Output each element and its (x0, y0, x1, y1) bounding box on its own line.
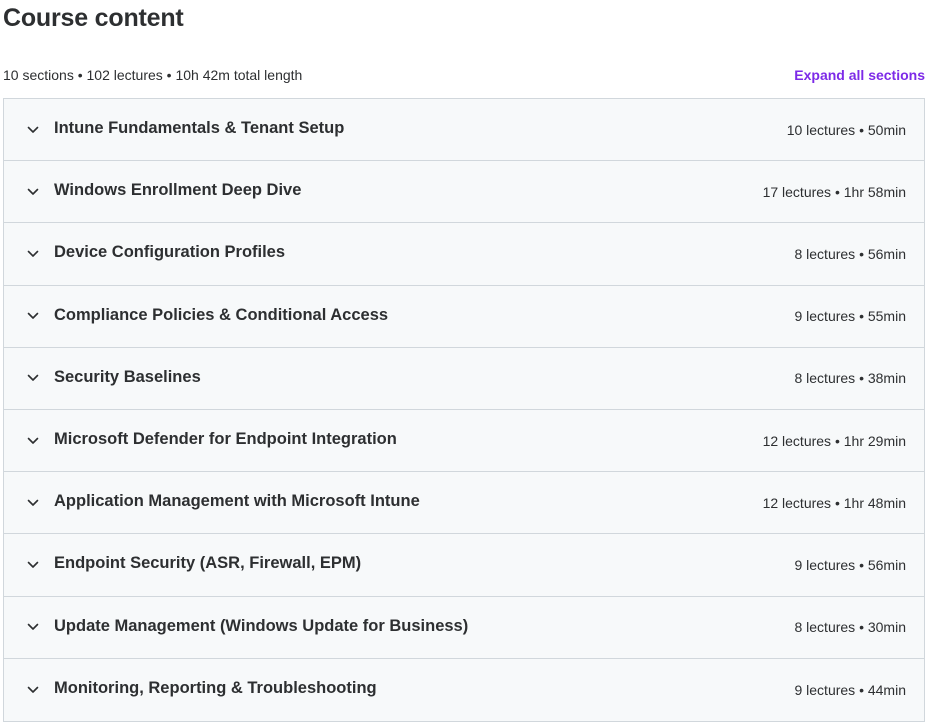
chevron-down-icon (26, 247, 40, 261)
section-title: Microsoft Defender for Endpoint Integrat… (54, 430, 397, 449)
chevron-down-icon (26, 620, 40, 634)
summary-bar: 10 sections • 102 lectures • 10h 42m tot… (3, 66, 925, 84)
section-meta: 8 lectures • 30min (794, 619, 906, 636)
section-row[interactable]: Windows Enrollment Deep Dive 17 lectures … (4, 161, 924, 224)
chevron-down-icon (26, 123, 40, 137)
section-row[interactable]: Security Baselines 8 lectures • 38min (4, 347, 924, 410)
sections-accordion: Intune Fundamentals & Tenant Setup 10 lec… (3, 98, 925, 722)
chevron-down-icon (26, 434, 40, 448)
section-title: Security Baselines (54, 367, 201, 386)
page-title: Course content (3, 4, 184, 32)
section-row[interactable]: Intune Fundamentals & Tenant Setup 10 lec… (4, 99, 924, 162)
section-row[interactable]: Compliance Policies & Conditional Access… (4, 285, 924, 348)
section-meta: 8 lectures • 38min (794, 370, 906, 387)
chevron-down-icon (26, 683, 40, 697)
section-meta: 12 lectures • 1hr 29min (762, 432, 906, 449)
expand-all-sections-button[interactable]: Expand all sections (794, 67, 925, 83)
section-row[interactable]: Update Management (Windows Update for Bu… (4, 596, 924, 659)
section-title: Compliance Policies & Conditional Access (54, 305, 389, 324)
section-title: Intune Fundamentals & Tenant Setup (54, 119, 345, 138)
section-meta: 9 lectures • 44min (794, 681, 906, 698)
section-row[interactable]: Monitoring, Reporting & Troubleshooting 9… (4, 658, 924, 721)
chevron-down-icon (26, 309, 40, 323)
section-row[interactable]: Endpoint Security (ASR, Firewall, EPM) 9 … (4, 534, 924, 597)
chevron-down-icon (26, 496, 40, 510)
course-summary: 10 sections • 102 lectures • 10h 42m tot… (3, 67, 303, 83)
chevron-down-icon (26, 371, 40, 385)
chevron-down-icon (26, 558, 40, 572)
section-title: Device Configuration Profiles (54, 243, 286, 262)
section-row[interactable]: Microsoft Defender for Endpoint Integrat… (4, 409, 924, 473)
section-title: Monitoring, Reporting & Troubleshooting (54, 679, 377, 698)
section-title: Windows Enrollment Deep Dive (54, 181, 302, 200)
section-title: Application Management with Microsoft In… (54, 492, 420, 511)
section-meta: 17 lectures • 1hr 58min (762, 183, 906, 200)
section-row[interactable]: Device Configuration Profiles 8 lectures … (4, 223, 924, 286)
section-row[interactable]: Application Management with Microsoft In… (4, 472, 924, 535)
chevron-down-icon (26, 185, 40, 199)
section-meta: 8 lectures • 56min (794, 245, 906, 262)
course-content-page: Course content 10 sections • 102 lecture… (0, 0, 928, 725)
section-meta: 9 lectures • 55min (794, 308, 906, 325)
section-meta: 12 lectures • 1hr 48min (762, 494, 906, 511)
section-title: Update Management (Windows Update for Bu… (54, 616, 469, 635)
section-title: Endpoint Security (ASR, Firewall, EPM) (54, 554, 362, 573)
section-meta: 10 lectures • 50min (786, 121, 906, 138)
section-meta: 9 lectures • 56min (794, 556, 906, 573)
